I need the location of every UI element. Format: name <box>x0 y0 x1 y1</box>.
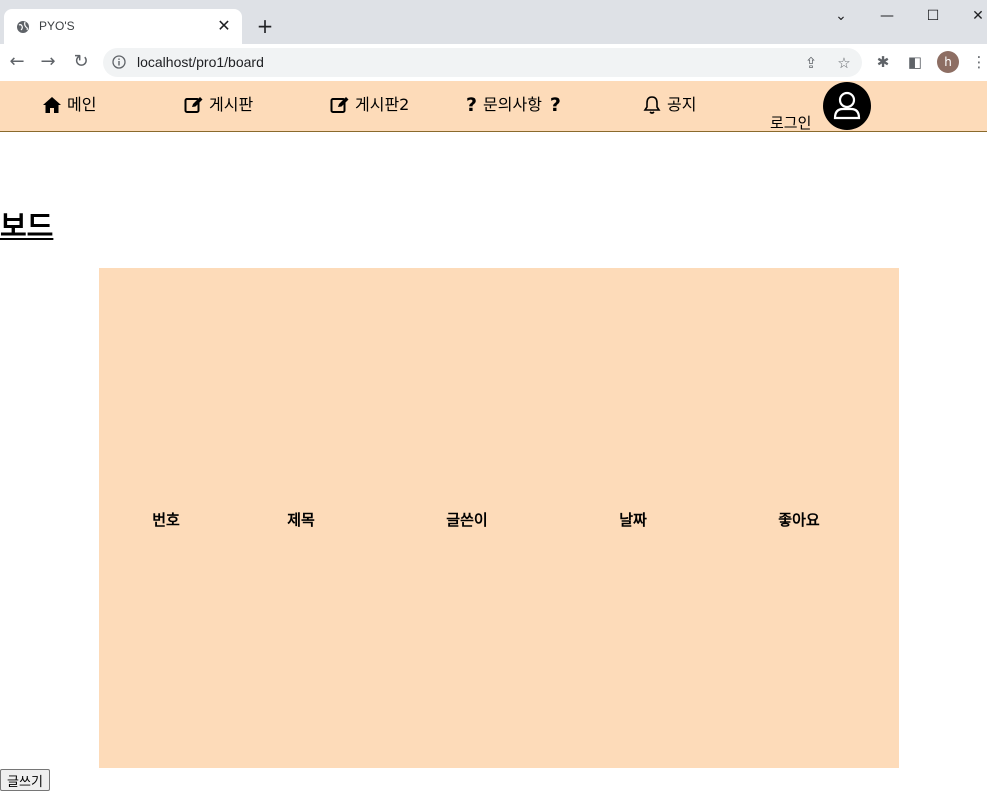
nav-item-inquiry[interactable]: ? 문의사항 ? <box>466 93 561 117</box>
nav-item-notice[interactable]: 공지 <box>642 93 696 117</box>
edit-icon <box>184 97 203 113</box>
globe-icon <box>17 21 29 33</box>
bookmark-star-icon[interactable]: ☆ <box>834 53 854 73</box>
column-header-date: 날짜 <box>619 511 647 529</box>
question-icon: ? <box>466 94 478 116</box>
nav-item-board2[interactable]: 게시판2 <box>330 93 409 117</box>
nav-label: 문의사항 <box>483 95 542 114</box>
tab-search-icon[interactable]: ⌄ <box>826 6 856 26</box>
user-avatar-icon[interactable] <box>823 82 871 130</box>
browser-tab-strip: PYO'S ✕ + ⌄ — ☐ ✕ <box>0 0 987 44</box>
home-icon <box>43 97 61 113</box>
extensions-icon[interactable]: ✱ <box>873 52 893 72</box>
info-icon[interactable] <box>112 55 126 69</box>
bell-icon <box>643 96 661 114</box>
question-icon: ? <box>549 94 561 116</box>
address-bar[interactable]: localhost/pro1/board ⇪ ☆ <box>103 48 862 77</box>
tab-close-icon[interactable]: ✕ <box>214 16 234 36</box>
nav-label: 게시판2 <box>355 95 410 114</box>
maximize-icon[interactable]: ☐ <box>918 6 948 26</box>
nav-label: 게시판 <box>209 95 254 114</box>
new-tab-icon[interactable]: + <box>254 15 276 37</box>
nav-item-board[interactable]: 게시판 <box>184 93 253 117</box>
url-text: localhost/pro1/board <box>137 54 264 70</box>
tab-title: PYO'S <box>39 19 75 33</box>
reload-icon[interactable]: ↻ <box>70 51 92 73</box>
login-link[interactable]: 로그인 <box>770 112 811 133</box>
column-header-author: 글쓴이 <box>446 511 488 529</box>
browser-toolbar: ← → ↻ localhost/pro1/board ⇪ ☆ ✱ ◧ ⋮ <box>0 44 987 81</box>
site-nav: 메인 게시판 게시판2 ? 문의사항 ? 공지 로그인 <box>0 81 987 132</box>
menu-icon[interactable]: ⋮ <box>969 52 987 72</box>
edit-icon <box>330 97 349 113</box>
write-button[interactable]: 글쓰기 <box>0 769 50 791</box>
window-close-icon[interactable]: ✕ <box>963 6 987 26</box>
nav-label: 메인 <box>67 95 97 114</box>
browser-tab[interactable]: PYO'S ✕ <box>4 9 242 44</box>
page-title: 보드 <box>0 209 54 243</box>
side-panel-icon[interactable]: ◧ <box>905 52 925 72</box>
column-header-likes: 좋아요 <box>778 511 820 529</box>
nav-label: 공지 <box>667 95 697 114</box>
board-table: 번호 제목 글쓴이 날짜 좋아요 <box>99 268 899 768</box>
column-header-title: 제목 <box>287 511 315 529</box>
minimize-icon[interactable]: — <box>872 6 902 26</box>
column-header-number: 번호 <box>152 511 180 529</box>
forward-icon[interactable]: → <box>37 51 59 73</box>
profile-avatar[interactable]: h <box>937 51 959 73</box>
nav-item-main[interactable]: 메인 <box>42 93 96 117</box>
back-icon[interactable]: ← <box>6 51 28 73</box>
share-icon[interactable]: ⇪ <box>801 53 821 73</box>
